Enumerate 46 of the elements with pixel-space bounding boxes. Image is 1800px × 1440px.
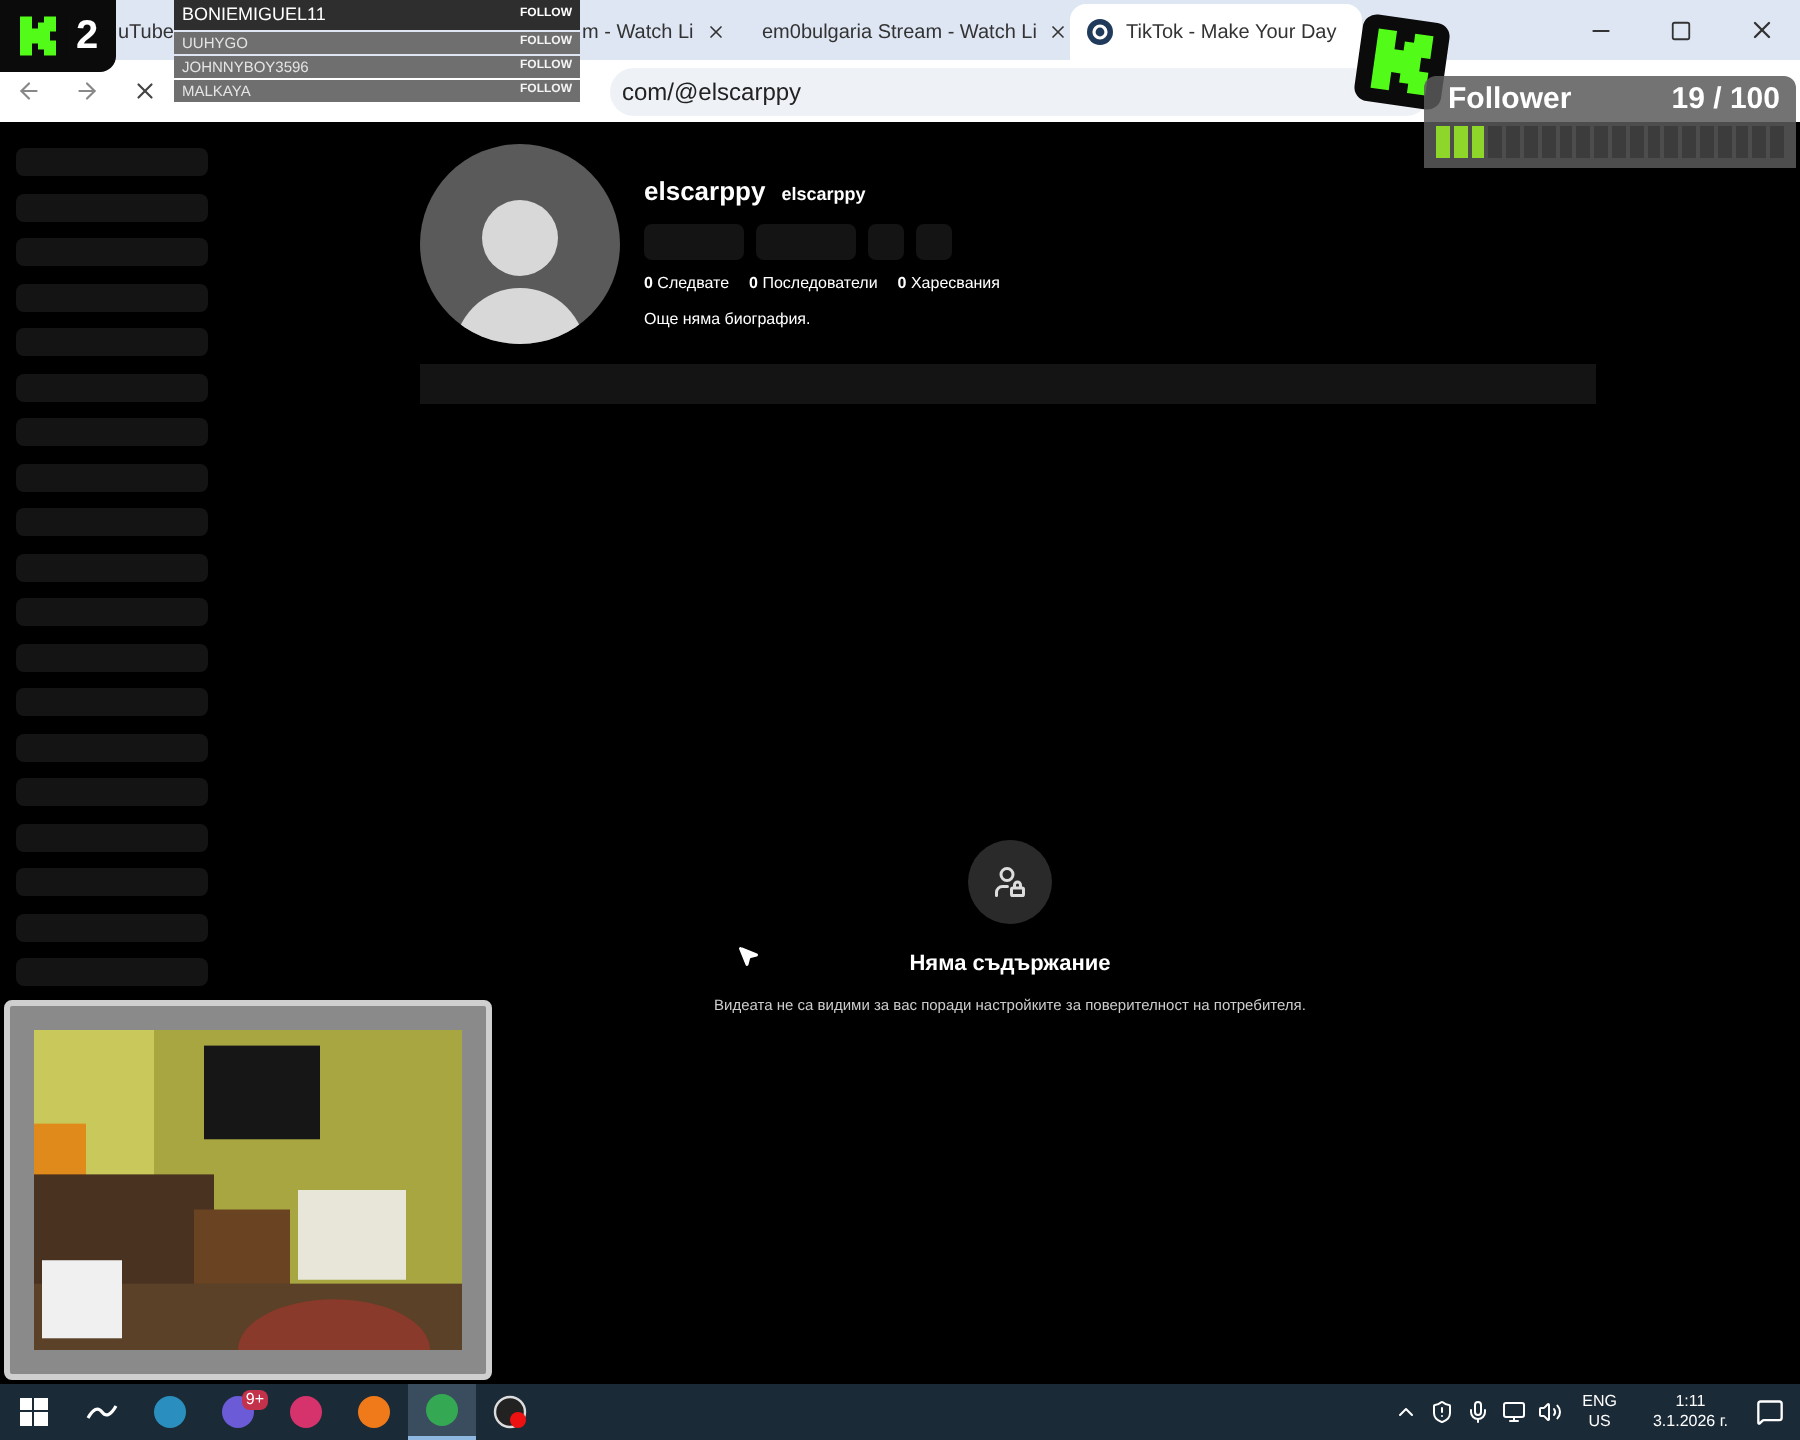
profile-bio: Още няма биография. <box>644 307 813 331</box>
network-icon[interactable] <box>1502 1400 1527 1424</box>
windows-icon <box>20 1398 48 1426</box>
profile-stat: 0 Следвате <box>644 271 730 295</box>
app-icon <box>424 1392 460 1428</box>
browser-tab[interactable]: TikTok - Make Your Day <box>1070 4 1362 60</box>
profile-handle: elscarppy <box>781 182 866 208</box>
goal-count: 19 / 100 <box>1671 80 1780 120</box>
goal-label: Follower <box>1446 80 1572 120</box>
notifications-icon[interactable] <box>1756 1398 1784 1426</box>
profile-name: elscarppy <box>644 174 766 210</box>
empty-state-title: Няма съдържание <box>909 950 1111 980</box>
browser-tab[interactable]: em0bulgaria Stream - Watch Li <box>734 4 1058 60</box>
app-icon <box>356 1394 392 1430</box>
maximize-icon[interactable] <box>1670 19 1692 41</box>
back-icon[interactable] <box>16 78 42 104</box>
language-indicator[interactable]: ENG US <box>1582 1392 1617 1432</box>
wave-icon <box>86 1402 118 1422</box>
notification-badge: 9+ <box>241 1390 268 1410</box>
tab-title: uTube <box>118 19 174 47</box>
tab-title: TikTok - Make Your Day <box>1126 19 1337 47</box>
stop-icon[interactable] <box>132 78 158 104</box>
volume-icon[interactable] <box>1538 1400 1563 1424</box>
browser-tab[interactable]: m - Watch Li <box>582 4 726 60</box>
clock[interactable]: 1:11 3.1.2026 г. <box>1652 1392 1728 1432</box>
taskbar-app[interactable]: 9+ <box>204 1384 272 1440</box>
profile-stat: 0 Последователи <box>749 271 878 295</box>
close-icon[interactable] <box>706 22 726 42</box>
forward-icon[interactable] <box>74 78 100 104</box>
overlay-number: 2 <box>76 12 99 62</box>
tab-title: em0bulgaria Stream - Watch Li <box>762 19 1037 47</box>
tab-title: m - Watch Li <box>582 19 694 47</box>
url-text: com/@elscarppy <box>622 75 802 109</box>
app-icon <box>152 1394 188 1430</box>
tab-logo-icon <box>1086 18 1114 46</box>
close-icon[interactable] <box>1048 22 1069 42</box>
shield-icon[interactable] <box>1430 1400 1455 1424</box>
profile-stat: 0 Харесвания <box>897 271 1000 295</box>
browser-tab[interactable]: uTube <box>118 4 172 60</box>
user-lock-icon <box>992 864 1028 900</box>
record-icon <box>492 1394 528 1430</box>
cursor-icon <box>736 944 760 968</box>
follower-name: BONIEMIGUEL11 <box>182 1 326 28</box>
microphone-icon[interactable] <box>1466 1400 1491 1424</box>
app-icon <box>288 1394 324 1430</box>
close-icon[interactable] <box>1748 16 1776 44</box>
